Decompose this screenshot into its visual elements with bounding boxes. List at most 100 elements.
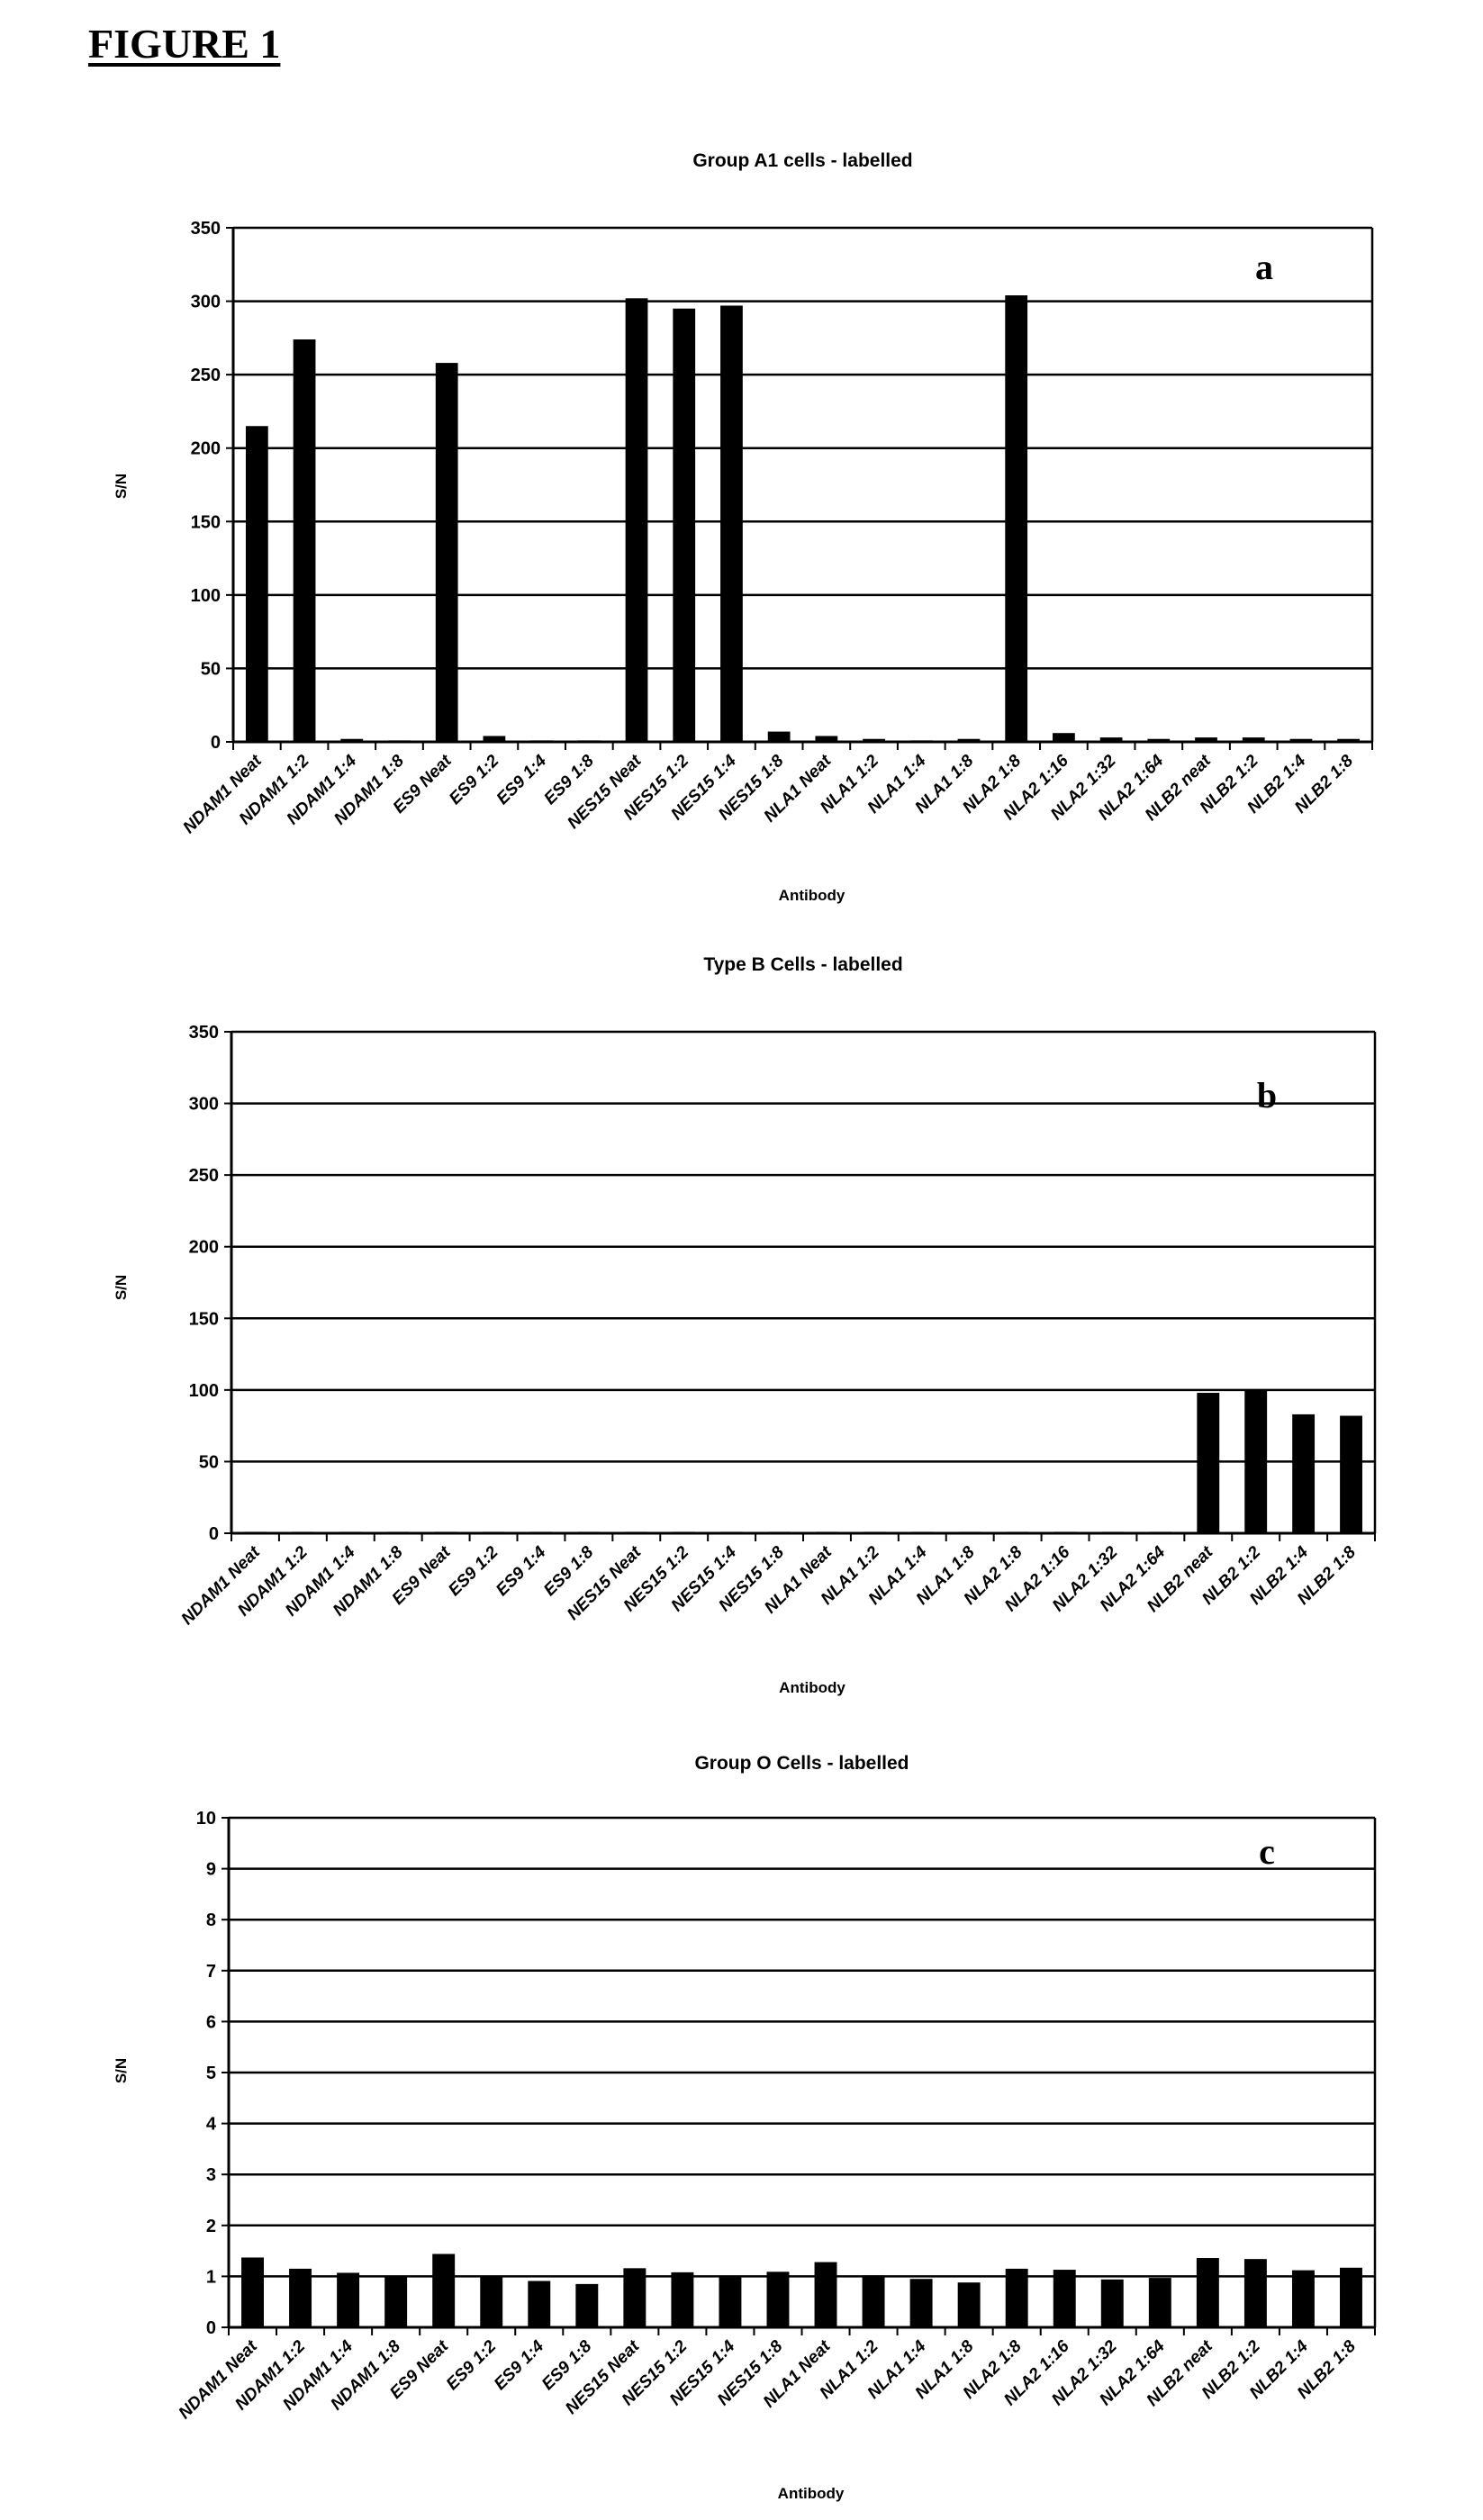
panel-label: a — [1255, 247, 1273, 287]
bar — [863, 1531, 886, 1533]
y-tick-label: 250 — [191, 366, 221, 385]
bar — [673, 1531, 696, 1533]
bar — [388, 740, 411, 742]
bar — [1100, 2279, 1124, 2327]
chart-title: Group A1 cells - labelled — [692, 150, 912, 171]
y-tick-label: 10 — [196, 1809, 216, 1829]
bar — [1340, 1415, 1362, 1533]
bar — [673, 308, 696, 742]
bar — [245, 426, 268, 742]
x-tick-label: ES9 1:2 — [443, 2336, 501, 2394]
bar — [432, 2254, 456, 2327]
bar — [1005, 2268, 1028, 2327]
y-tick-label: 100 — [191, 586, 221, 606]
bar — [863, 738, 885, 742]
bar — [1337, 738, 1361, 742]
bar — [434, 1531, 457, 1533]
bar — [483, 736, 506, 742]
bar — [1147, 738, 1171, 742]
y-tick-label: 50 — [201, 659, 221, 679]
chart-title: Group O Cells - labelled — [694, 1753, 909, 1774]
bar — [528, 2281, 551, 2327]
bar — [767, 731, 791, 742]
y-tick-label: 100 — [189, 1381, 219, 1401]
bar — [435, 363, 458, 742]
bar — [244, 1531, 267, 1533]
bar — [1005, 295, 1028, 742]
bar — [766, 2272, 790, 2327]
bar — [1291, 2270, 1315, 2327]
bar — [671, 2272, 694, 2327]
y-tick-label: 5 — [206, 2064, 216, 2083]
y-tick-label: 350 — [191, 219, 221, 239]
panel-label: b — [1257, 1075, 1277, 1115]
bar — [1197, 1393, 1220, 1533]
y-axis-label: S/N — [113, 1275, 130, 1300]
bar — [1053, 2270, 1076, 2327]
x-tick-label: ES9 1:4 — [493, 751, 551, 808]
bar — [625, 1531, 648, 1533]
bar — [1195, 737, 1217, 742]
bar — [384, 2276, 408, 2327]
bar — [480, 2276, 503, 2327]
y-tick-label: 350 — [189, 1023, 219, 1043]
x-tick-label: ES9 1:2 — [446, 751, 503, 808]
bar — [1243, 2259, 1267, 2327]
bar — [862, 2275, 885, 2327]
bar — [958, 1531, 981, 1533]
bar — [340, 738, 364, 742]
chart-a: Group A1 cells - labelled 0 50 100 150 200 250… — [113, 150, 1374, 904]
chart-title: Type B Cells - labelled — [703, 954, 902, 975]
bar — [529, 1531, 553, 1533]
bar — [1006, 1531, 1029, 1533]
bar — [1340, 2267, 1362, 2327]
chart-b: Type B Cells - labelled 0 50 100 150 200 250 30… — [113, 954, 1377, 1696]
y-axis-label: S/N — [113, 474, 130, 499]
bar — [625, 298, 648, 742]
bar — [1101, 1531, 1125, 1533]
y-tick-label: 1 — [206, 2267, 216, 2287]
y-tick-label: 8 — [206, 1910, 216, 1930]
bar — [720, 1531, 744, 1533]
bar — [957, 2282, 981, 2327]
bar — [816, 1531, 838, 1533]
x-tick-label: ES9 1:4 — [491, 2336, 548, 2394]
bar — [241, 2257, 264, 2327]
y-tick-label: 0 — [206, 2318, 216, 2338]
bar — [577, 740, 601, 742]
bar — [337, 2272, 360, 2327]
y-tick-label: 6 — [206, 2012, 216, 2032]
panel-label: c — [1259, 1831, 1275, 1872]
x-axis-label: Antibody — [779, 887, 845, 904]
chart-c: Group O Cells - labelled012345678910NDAM… — [113, 1753, 1377, 2502]
bar — [1099, 737, 1123, 742]
bar — [768, 1531, 791, 1533]
bar — [1289, 738, 1313, 742]
bar — [1053, 1531, 1077, 1533]
bar — [1196, 2258, 1219, 2327]
y-tick-label: 9 — [206, 1860, 216, 1880]
y-tick-label: 150 — [191, 512, 221, 532]
bar — [482, 1531, 505, 1533]
bar — [910, 1531, 934, 1533]
bar — [293, 339, 316, 742]
bar — [577, 1531, 601, 1533]
y-tick-label: 7 — [206, 1962, 216, 1982]
bar — [575, 2283, 599, 2327]
bar — [1244, 1389, 1268, 1533]
bar — [530, 740, 553, 742]
x-tick-label: ES9 1:2 — [445, 1542, 502, 1600]
bar — [814, 2262, 837, 2327]
y-axis-label: S/N — [113, 2058, 130, 2083]
y-tick-label: 200 — [191, 439, 221, 459]
y-tick-label: 0 — [211, 733, 221, 753]
y-tick-label: 50 — [199, 1452, 219, 1472]
bar — [815, 736, 838, 742]
x-tick-label: ES9 1:4 — [493, 1542, 550, 1600]
bar — [1292, 1414, 1316, 1533]
bar — [909, 2279, 933, 2327]
bar — [1149, 1531, 1172, 1533]
bar — [1053, 733, 1075, 742]
y-tick-label: 0 — [209, 1524, 219, 1544]
bar — [720, 305, 743, 742]
